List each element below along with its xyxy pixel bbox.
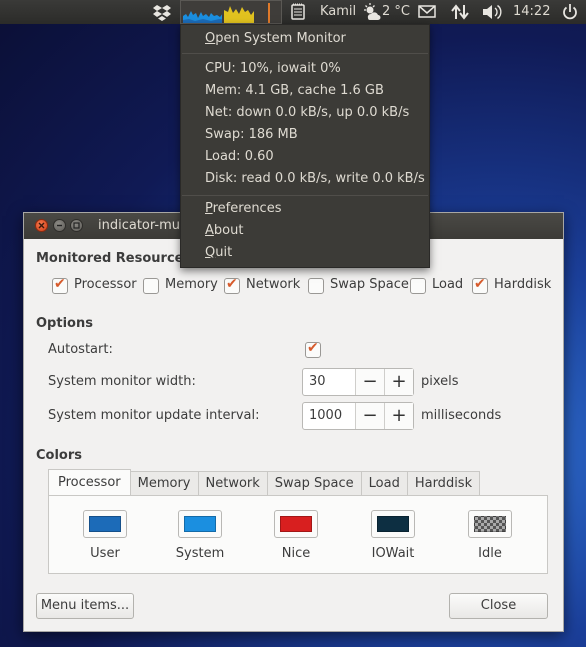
- swap-space-label: Swap Space: [330, 277, 409, 292]
- network-graph: [224, 1, 263, 23]
- tab-memory[interactable]: Memory: [129, 471, 199, 495]
- about-label: bout: [213, 223, 244, 238]
- tab-harddisk[interactable]: Harddisk: [406, 471, 481, 495]
- interval-spinbutton[interactable]: 1000 − +: [302, 402, 414, 430]
- width-spinbutton[interactable]: 30 − +: [302, 368, 414, 396]
- preferences-label: references: [212, 201, 282, 216]
- mail-icon[interactable]: [418, 0, 436, 24]
- weather-icon[interactable]: [363, 0, 381, 24]
- network-checkbox[interactable]: [224, 276, 240, 294]
- processor-colors-pane: User System Nice IOWait Idle: [48, 495, 548, 574]
- menu-item-about[interactable]: About: [205, 221, 243, 241]
- width-increment-button[interactable]: +: [384, 369, 413, 395]
- menu-item-mem: Mem: 4.1 GB, cache 1.6 GB: [205, 83, 384, 98]
- load-checkbox[interactable]: [410, 278, 426, 294]
- width-unit: pixels: [421, 374, 459, 389]
- swap-space-checkbox[interactable]: [308, 278, 324, 294]
- cpu-graph: [183, 1, 222, 23]
- power-icon[interactable]: [561, 0, 579, 24]
- idle-color-label: Idle: [478, 546, 502, 561]
- tab-network[interactable]: Network: [197, 471, 268, 495]
- system-monitor-graph[interactable]: [180, 0, 282, 24]
- close-button[interactable]: Close: [449, 593, 548, 619]
- maximize-window-button[interactable]: [70, 219, 83, 232]
- nice-color-label: Nice: [281, 546, 311, 561]
- volume-icon[interactable]: [481, 0, 503, 24]
- minimize-window-button[interactable]: [53, 219, 66, 232]
- width-value[interactable]: 30: [303, 369, 355, 395]
- menu-item-swap: Swap: 186 MB: [205, 127, 298, 142]
- nice-color-button[interactable]: [274, 510, 318, 538]
- system-color-label: System: [175, 546, 225, 561]
- network-transfer-icon[interactable]: [450, 0, 470, 24]
- menu-item-preferences[interactable]: Preferences: [205, 199, 281, 219]
- autostart-checkbox[interactable]: [305, 340, 321, 358]
- options-heading: Options: [36, 316, 93, 331]
- memory-checkbox[interactable]: [143, 278, 159, 294]
- interval-decrement-button[interactable]: −: [355, 403, 384, 429]
- user-color-button[interactable]: [83, 510, 127, 538]
- idle-color-swatch: [474, 516, 506, 532]
- dropbox-icon[interactable]: [152, 0, 172, 24]
- open-system-monitor-label: pen System Monitor: [215, 31, 346, 46]
- interval-unit: milliseconds: [421, 408, 502, 423]
- menu-item-quit[interactable]: Quit: [205, 243, 232, 263]
- menu-item-net: Net: down 0.0 kB/s, up 0.0 kB/s: [205, 105, 410, 120]
- harddisk-checkbox[interactable]: [472, 276, 488, 294]
- system-monitor-menu: Open System Monitor CPU: 10%, iowait 0% …: [180, 24, 430, 268]
- system-color-swatch: [184, 516, 216, 532]
- memory-label: Memory: [165, 277, 218, 292]
- menu-items-button[interactable]: Menu items...: [36, 593, 134, 619]
- width-decrement-button[interactable]: −: [355, 369, 384, 395]
- harddisk-label: Harddisk: [494, 277, 552, 292]
- quit-label: uit: [215, 245, 233, 260]
- menu-separator: [182, 53, 428, 54]
- tab-processor[interactable]: Processor: [48, 469, 131, 495]
- menu-item-disk: Disk: read 0.0 kB/s, write 0.0 kB/s: [205, 171, 425, 186]
- color-tabs: Processor Memory Network Swap Space Load…: [48, 469, 481, 495]
- monitored-resources-heading: Monitored Resources: [36, 251, 192, 266]
- preferences-window: indicator-mu Monitored Resources Process…: [23, 212, 564, 632]
- iowait-color-label: IOWait: [371, 546, 415, 561]
- colors-heading: Colors: [36, 448, 83, 463]
- disk-graph: [265, 1, 279, 23]
- idle-color-button[interactable]: [468, 510, 512, 538]
- processor-label: Processor: [74, 277, 137, 292]
- autostart-label: Autostart:: [48, 342, 113, 357]
- username[interactable]: Kamil: [320, 0, 356, 24]
- menu-item-load: Load: 0.60: [205, 149, 274, 164]
- window-title: indicator-mu: [98, 218, 180, 233]
- time[interactable]: 14:22: [513, 0, 550, 24]
- tab-swap-space[interactable]: Swap Space: [266, 471, 362, 495]
- menu-item-cpu: CPU: 10%, iowait 0%: [205, 61, 341, 76]
- temperature[interactable]: 2 °C: [382, 0, 410, 24]
- network-label: Network: [246, 277, 301, 292]
- top-panel: Kamil 2 °C 14:22: [0, 0, 586, 24]
- nice-color-swatch: [280, 516, 312, 532]
- iowait-color-swatch: [377, 516, 409, 532]
- interval-increment-button[interactable]: +: [384, 403, 413, 429]
- close-window-button[interactable]: [35, 219, 48, 232]
- processor-checkbox[interactable]: [52, 276, 68, 294]
- interval-value[interactable]: 1000: [303, 403, 355, 429]
- user-color-swatch: [89, 516, 121, 532]
- load-label: Load: [432, 277, 464, 292]
- iowait-color-button[interactable]: [371, 510, 415, 538]
- interval-label: System monitor update interval:: [48, 408, 260, 423]
- width-label: System monitor width:: [48, 374, 196, 389]
- system-color-button[interactable]: [178, 510, 222, 538]
- menu-item-open-system-monitor[interactable]: Open System Monitor: [205, 29, 346, 49]
- menu-separator: [182, 195, 428, 196]
- tab-load[interactable]: Load: [360, 471, 408, 495]
- user-color-label: User: [90, 546, 120, 561]
- notes-icon[interactable]: [290, 0, 306, 24]
